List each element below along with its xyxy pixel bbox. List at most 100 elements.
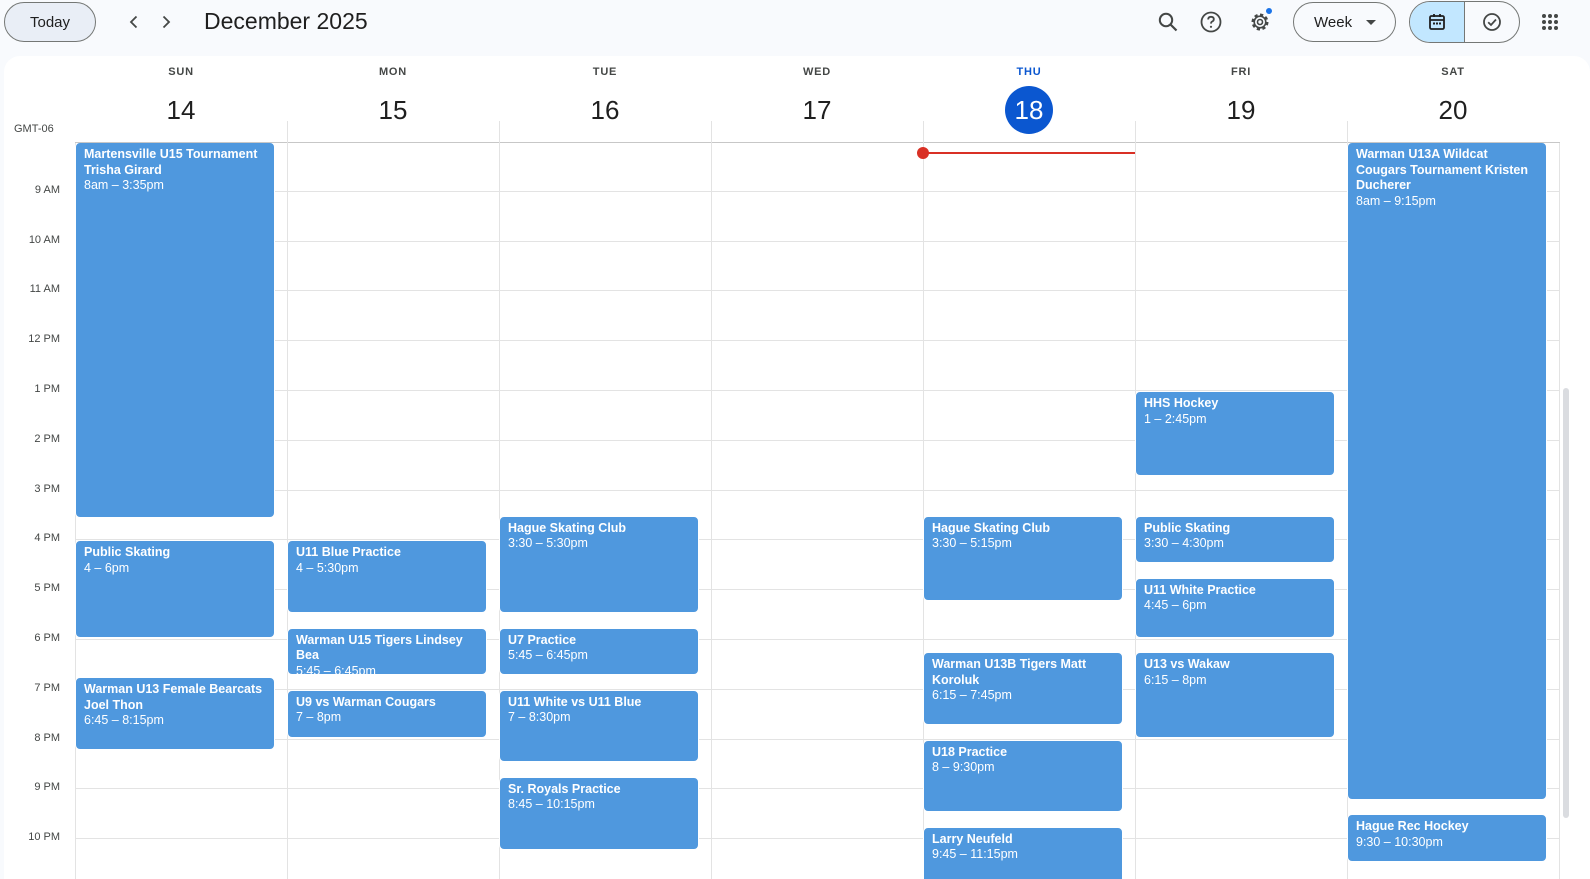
calendar-event[interactable]: U9 vs Warman Cougars 7 – 8pm <box>287 689 487 738</box>
time-grid[interactable]: 9 AM 10 AM 11 AM 12 PM 1 PM 2 PM 3 PM 4 PM 5 PM 6… <box>0 143 1590 879</box>
calendar-event[interactable]: Martensville U15 Tournament Trisha Girar… <box>75 143 275 518</box>
day-of-week-label: SUN <box>168 66 194 78</box>
calendar-event[interactable]: U11 Blue Practice 4 – 5:30pm <box>287 540 487 614</box>
event-title: Hague Rec Hockey <box>1356 819 1469 834</box>
day-number-button[interactable]: 15 <box>369 86 417 134</box>
event-time: 3:30 – 5:30pm <box>508 536 588 550</box>
timezone-label: GMT-06 <box>14 123 54 135</box>
event-time: 4:45 – 6pm <box>1144 598 1207 613</box>
next-week-button[interactable] <box>150 6 182 38</box>
event-title: Warman U13 Female Bearcats Joel Thon <box>84 682 263 712</box>
today-button[interactable]: Today <box>4 2 96 42</box>
google-apps-button[interactable] <box>1530 2 1570 42</box>
calendar-event[interactable]: Sr. Royals Practice 8:45 – 10:15pm <box>499 776 699 850</box>
event-time: 5:45 – 6:45pm <box>296 663 376 676</box>
hour-label: 12 PM <box>28 333 60 346</box>
day-header-tue: TUE 16 <box>499 56 711 142</box>
calendar-event[interactable]: U11 White Practice 4:45 – 6pm <box>1135 577 1335 638</box>
event-title: Sr. Royals Practice <box>508 781 621 796</box>
calendar-event[interactable]: U13 vs Wakaw 6:15 – 8pm <box>1135 652 1335 738</box>
calendar-view-toggle[interactable] <box>1410 2 1465 42</box>
calendar-event[interactable]: Warman U13A Wildcat Cougars Tournament K… <box>1347 143 1547 800</box>
hour-label: 10 AM <box>28 233 60 246</box>
event-time: 7 – 8pm <box>296 710 342 725</box>
day-of-week-label: MON <box>378 66 408 78</box>
calendar-event[interactable]: HHS Hockey 1 – 2:45pm <box>1135 391 1335 477</box>
hour-label: 9 AM <box>34 183 60 196</box>
day-header-mon: MON 15 <box>287 56 499 142</box>
column-divider <box>499 121 500 143</box>
event-time: 7 – 8:30pm <box>508 710 571 725</box>
view-switcher-dropdown[interactable]: Week <box>1293 2 1396 42</box>
calendar-event[interactable]: Warman U13B Tigers Matt Koroluk 6:15 – 7:… <box>923 652 1123 726</box>
day-header-thu: THU 18 <box>923 56 1135 142</box>
current-time-dot <box>917 147 929 160</box>
event-time: 1 – 2:45pm <box>1144 411 1207 426</box>
search-button[interactable] <box>1148 2 1188 42</box>
calendar-event[interactable]: Hague Rec Hockey 9:30 – 10:30pm <box>1347 814 1547 863</box>
calendar-event[interactable]: Larry Neufeld 9:45 – 11:15pm <box>923 826 1123 879</box>
event-title: Warman U13B Tigers Matt Koroluk <box>932 657 1087 687</box>
day-number-button[interactable]: 18 <box>1005 86 1053 134</box>
column-divider <box>711 143 712 879</box>
help-icon <box>1200 11 1222 33</box>
hour-gridline <box>75 240 1560 242</box>
hour-gridline <box>75 390 1560 391</box>
hour-label: 6 PM <box>34 632 60 644</box>
event-time: 3:30 – 5:15pm <box>932 536 1012 550</box>
calendar-event[interactable]: Warman U13 Female Bearcats Joel Thon 6:45… <box>75 677 275 751</box>
settings-button[interactable] <box>1240 2 1280 42</box>
calendar-event[interactable]: Public Skating 3:30 – 4:30pm <box>1135 515 1335 564</box>
day-header-sun: SUN 14 <box>75 56 287 142</box>
calendar-event[interactable]: Hague Skating Club 3:30 – 5:30pm <box>499 515 699 614</box>
day-of-week-label: THU <box>1016 66 1042 78</box>
top-app-bar: Today December 2025 Week <box>0 0 1590 56</box>
column-divider <box>923 121 924 143</box>
hour-label: 11 AM <box>29 283 60 296</box>
calendar-event[interactable]: U18 Practice 8 – 9:30pm <box>923 739 1123 813</box>
day-number-button[interactable]: 16 <box>581 86 629 134</box>
event-title: Warman U15 Tigers Lindsey Bea <box>296 632 463 663</box>
column-divider <box>287 121 288 143</box>
event-title: U11 White vs U11 Blue <box>508 694 642 709</box>
event-time: 5:45 – 6:45pm <box>508 648 588 663</box>
column-divider <box>1135 143 1136 879</box>
tasks-view-toggle[interactable] <box>1465 2 1520 42</box>
event-title: U9 vs Warman Cougars <box>296 694 436 709</box>
hour-label: 1 PM <box>34 383 60 395</box>
event-title: U11 Blue Practice <box>296 545 401 560</box>
day-number-button[interactable]: 19 <box>1217 86 1265 134</box>
calendar-icon <box>1428 14 1445 30</box>
day-header-wed: WED 17 <box>711 56 923 142</box>
hour-gridline <box>75 738 1560 740</box>
event-title: Martensville U15 Tournament Trisha Girar… <box>84 147 258 177</box>
event-time: 6:45 – 8:15pm <box>84 713 164 728</box>
event-time: 8am – 3:35pm <box>84 178 164 192</box>
hour-gridline <box>75 290 1560 292</box>
view-switcher-label: Week <box>1314 13 1353 31</box>
calendar-event[interactable]: Hague Skating Club 3:30 – 5:15pm <box>923 515 1123 601</box>
day-number-button[interactable]: 14 <box>157 86 205 134</box>
calendar-event[interactable]: Public Skating 4 – 6pm <box>75 540 275 638</box>
chevron-left-icon <box>129 15 138 29</box>
event-time: 4 – 5:30pm <box>296 560 359 575</box>
calendar-event[interactable]: U7 Practice 5:45 – 6:45pm <box>499 627 699 676</box>
notification-dot <box>1266 8 1272 14</box>
event-title: Hague Skating Club <box>932 520 1051 535</box>
event-title: Larry Neufeld <box>932 831 1013 846</box>
event-time: 4 – 6pm <box>84 560 130 575</box>
previous-week-button[interactable] <box>118 6 150 38</box>
calendar-event[interactable]: U11 White vs U11 Blue 7 – 8:30pm <box>499 689 699 763</box>
help-button[interactable] <box>1191 2 1231 42</box>
hour-gridline <box>75 788 1560 790</box>
scrollbar-thumb[interactable] <box>1563 388 1569 818</box>
event-title: U7 Practice <box>508 632 577 647</box>
day-of-week-label: SAT <box>1441 66 1465 78</box>
day-number-button[interactable]: 20 <box>1429 86 1477 134</box>
day-number-button[interactable]: 17 <box>793 86 841 134</box>
calendar-event[interactable]: Warman U15 Tigers Lindsey Bea 5:45 – 6:45… <box>287 627 487 676</box>
hour-label: 5 PM <box>34 582 60 595</box>
column-divider <box>499 143 500 879</box>
event-time: 3:30 – 4:30pm <box>1144 536 1224 550</box>
hour-label: 7 PM <box>34 681 60 694</box>
